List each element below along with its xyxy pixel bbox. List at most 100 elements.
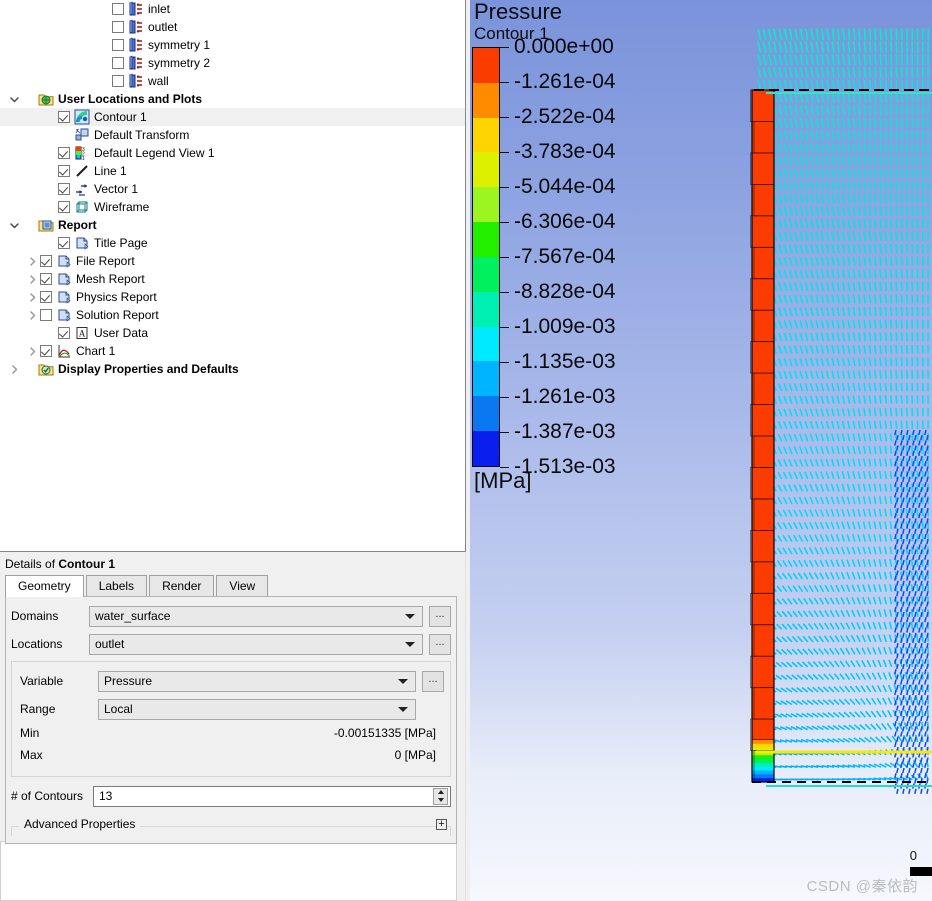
legend-tick-4 [500,187,509,188]
visibility-checkbox[interactable] [58,147,70,159]
contour-icon [74,109,90,125]
chart-icon [56,343,72,359]
tree-item-label: Physics Report [76,290,157,304]
chevron-right-icon[interactable] [24,306,40,324]
chevron-right-icon[interactable] [24,288,40,306]
3d-viewport[interactable]: Pressure Contour 1 0.000e+00 -1.261e-04 -2… [466,0,932,901]
tree-item-outlet[interactable]: outlet [0,18,465,36]
tab-render[interactable]: Render [149,575,215,596]
visibility-checkbox[interactable] [112,21,124,33]
tree-item-title-page[interactable]: Title Page [0,234,465,252]
min-row: Min -0.00151335 [MPa] [20,726,444,748]
tree-item-vector-1[interactable]: Vector 1 [0,180,465,198]
tab-labels[interactable]: Labels [85,575,148,596]
visibility-checkbox[interactable] [40,291,52,303]
visibility-checkbox[interactable] [58,165,70,177]
legend-colorbar [472,47,500,467]
domains-combobox[interactable]: water_surface [89,605,423,627]
tree-item-label: Solution Report [76,308,159,322]
visibility-checkbox[interactable] [112,57,124,69]
chevron-down-icon [405,642,415,647]
chevron-down-icon[interactable] [6,90,22,108]
tree-item-chart-1[interactable]: Chart 1 [0,342,465,360]
expand-plus-icon[interactable] [436,819,447,830]
tab-geometry[interactable]: Geometry [5,575,84,597]
legend-label-1: -1.261e-04 [514,70,616,93]
legend-label-9: -1.135e-03 [514,350,616,373]
visibility-checkbox[interactable] [40,273,52,285]
tree-item-solution-report[interactable]: Solution Report [0,306,465,324]
visibility-checkbox[interactable] [40,255,52,267]
chevron-right-icon[interactable] [24,270,40,288]
max-label: Max [20,748,43,762]
tree-item-default-transform[interactable]: Default Transform [0,126,465,144]
tree-item-physics-report[interactable]: Physics Report [0,288,465,306]
chevron-down-icon [398,679,408,684]
legend-band-3 [473,152,499,188]
report-page-icon [56,253,72,269]
legend-icon: 321 [74,145,90,161]
tree-item-file-report[interactable]: File Report [0,252,465,270]
locations-browse-button[interactable]: ... [429,633,451,655]
tree-item-wall[interactable]: wall [0,72,465,90]
tree-item-report[interactable]: Report [0,216,465,234]
axis-zero-label: 0 [909,848,917,863]
visibility-checkbox[interactable] [58,327,70,339]
tree-item-contour-1[interactable]: Contour 1 [0,108,465,126]
legend-ticks [500,47,510,468]
details-tabstrip[interactable]: Geometry Labels Render View [5,575,465,597]
chevron-right-icon[interactable] [24,342,40,360]
tree-item-user-locations-and-plots[interactable]: User Locations and Plots [0,90,465,108]
tree-item-symmetry-1[interactable]: symmetry 1 [0,36,465,54]
tree-item-wireframe[interactable]: Wireframe [0,198,465,216]
locations-value: outlet [95,637,125,651]
spin-up-icon[interactable] [434,789,447,797]
tree-item-line-1[interactable]: Line 1 [0,162,465,180]
tree-item-label: File Report [76,254,135,268]
outliner-tree[interactable]: inlet outlet symmetry 1 symmetry 2 wall User … [0,0,466,552]
chevron-right-icon[interactable] [24,252,40,270]
variable-row: Variable Pressure ... [20,670,444,692]
visibility-checkbox[interactable] [112,3,124,15]
tree-item-default-legend-view-1[interactable]: 3 2 1 Default Legend View 1 [0,144,465,162]
visibility-checkbox[interactable] [58,111,70,123]
locations-combobox[interactable]: outlet [89,633,423,655]
legend-tick-0 [500,47,509,48]
visibility-checkbox[interactable] [58,201,70,213]
visibility-checkbox[interactable] [40,345,52,357]
legend-label-6: -7.567e-04 [514,245,616,268]
variable-browse-button[interactable]: ... [422,670,444,692]
chevron-down-icon[interactable] [6,216,22,234]
boundary-icon [128,37,144,53]
legend-band-5 [473,222,499,257]
visibility-checkbox[interactable] [40,309,52,321]
spin-down-icon[interactable] [434,796,447,804]
range-combobox[interactable]: Local [98,698,416,720]
tree-item-display-properties-and-defaults[interactable]: Display Properties and Defaults [0,360,465,378]
chevron-right-icon[interactable] [6,360,22,378]
tree-item-mesh-report[interactable]: Mesh Report [0,270,465,288]
contours-spin-buttons[interactable] [433,787,448,805]
folder-report-icon [38,217,54,233]
tree-item-label: Contour 1 [94,110,147,124]
tab-view[interactable]: View [216,575,269,596]
legend-band-4 [473,187,499,223]
advanced-properties-group[interactable]: Advanced Properties [11,817,451,837]
locations-row: Locations outlet ... [11,633,451,655]
tree-item-symmetry-2[interactable]: symmetry 2 [0,54,465,72]
tree-item-label: inlet [148,2,171,16]
tree-item-user-data[interactable]: A User Data [0,324,465,342]
domains-browse-button[interactable]: ... [429,605,451,627]
variable-combobox[interactable]: Pressure [98,670,416,692]
tree-item-inlet[interactable]: inlet [0,0,465,18]
outliner-tree-scroll[interactable]: inlet outlet symmetry 1 symmetry 2 wall User … [0,0,465,551]
visibility-checkbox[interactable] [58,237,70,249]
contours-spinner[interactable]: 13 [93,785,451,807]
visibility-checkbox[interactable] [58,183,70,195]
visibility-checkbox[interactable] [112,39,124,51]
visibility-checkbox[interactable] [112,75,124,87]
locations-label: Locations [11,637,63,651]
